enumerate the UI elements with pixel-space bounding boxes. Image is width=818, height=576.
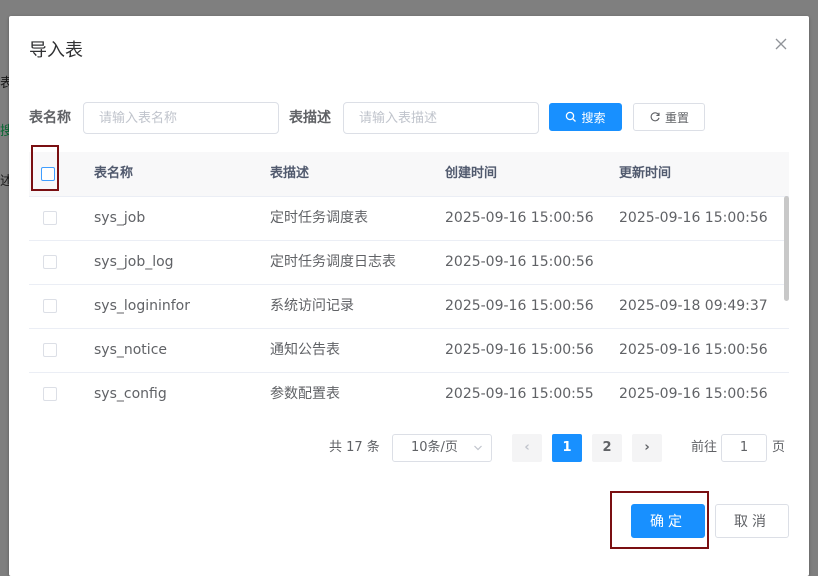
search-form: 表名称 表描述 搜索 重置	[29, 102, 789, 134]
table-desc-input[interactable]	[343, 102, 539, 134]
chevron-left-icon: ‹	[524, 440, 530, 455]
table-row[interactable]: sys_job 定时任务调度表 2025-09-16 15:00:56 2025…	[29, 196, 789, 241]
column-header: 更新时间	[619, 166, 672, 181]
table-cell: 定时任务调度表	[270, 210, 368, 226]
row-checkbox[interactable]	[43, 211, 57, 225]
next-page-button[interactable]: ›	[632, 434, 662, 462]
table-cell: sys_config	[94, 386, 167, 402]
table: 表名称 表描述 创建时间 更新时间 sys_job 定时任务调度表 2025-0…	[29, 152, 789, 410]
column-header: 表描述	[270, 166, 310, 181]
table-cell: 2025-09-16 15:00:56	[445, 298, 594, 314]
table-scrollbar[interactable]	[784, 196, 789, 301]
pagination-total: 共 17 条	[329, 440, 380, 455]
column-header: 表名称	[94, 166, 134, 181]
row-checkbox[interactable]	[43, 343, 57, 357]
highlight-box	[31, 145, 59, 191]
table-cell: 2025-09-16 15:00:56	[445, 342, 594, 358]
reset-button[interactable]: 重置	[633, 103, 705, 131]
chevron-down-icon	[473, 435, 483, 472]
page-button-1[interactable]: 1	[552, 434, 582, 462]
page-size-select[interactable]: 10条/页	[392, 434, 492, 462]
row-checkbox[interactable]	[43, 255, 57, 269]
search-button-label: 搜索	[581, 110, 606, 125]
column-header: 创建时间	[445, 166, 498, 181]
table-cell: 2025-09-16 15:00:56	[445, 254, 594, 270]
cancel-button[interactable]: 取消	[715, 504, 789, 538]
table-cell: 2025-09-18 09:49:37	[619, 298, 768, 314]
goto-page-input[interactable]: 1	[721, 434, 767, 462]
page-word: 页	[772, 440, 786, 455]
refresh-icon	[650, 112, 660, 122]
table-cell: 2025-09-16 15:00:56	[619, 210, 768, 226]
page-button-2[interactable]: 2	[592, 434, 622, 462]
table-cell: 2025-09-16 15:00:56	[445, 210, 594, 226]
search-icon	[566, 111, 577, 122]
table-cell: 2025-09-16 15:00:56	[619, 342, 768, 358]
dialog-title: 导入表	[29, 40, 83, 61]
table-name-input[interactable]	[83, 102, 279, 134]
table-row[interactable]: sys_notice 通知公告表 2025-09-16 15:00:56 202…	[29, 328, 789, 373]
table-cell: sys_job_log	[94, 254, 174, 270]
import-table-dialog: 导入表 表名称 表描述 搜索 重置 表名称 表描述 创建时间 更新时间 sys_…	[9, 16, 809, 576]
goto-label: 前往	[691, 440, 718, 455]
search-button[interactable]: 搜索	[549, 103, 622, 131]
highlight-box	[610, 491, 709, 549]
table-header: 表名称 表描述 创建时间 更新时间	[29, 152, 789, 197]
reset-button-label: 重置	[664, 110, 689, 125]
chevron-right-icon: ›	[644, 440, 650, 455]
table-cell: 定时任务调度日志表	[270, 254, 396, 270]
table-cell: sys_notice	[94, 342, 168, 358]
close-icon[interactable]	[773, 36, 789, 52]
table-desc-label: 表描述	[289, 110, 331, 126]
table-cell: 2025-09-16 15:00:55	[445, 386, 594, 402]
page-size-value: 10条/页	[411, 440, 458, 455]
table-cell: 2025-09-16 15:00:56	[619, 386, 768, 402]
table-name-label: 表名称	[29, 110, 71, 126]
prev-page-button[interactable]: ‹	[512, 434, 542, 462]
row-checkbox[interactable]	[43, 387, 57, 401]
cancel-button-label: 取消	[734, 514, 770, 530]
table-cell: 参数配置表	[270, 386, 340, 402]
table-row[interactable]: sys_logininfor 系统访问记录 2025-09-16 15:00:5…	[29, 284, 789, 329]
table-row[interactable]: sys_job_log 定时任务调度日志表 2025-09-16 15:00:5…	[29, 240, 789, 285]
table-cell: sys_job	[94, 210, 146, 226]
row-checkbox[interactable]	[43, 299, 57, 313]
table-cell: 通知公告表	[270, 342, 340, 358]
table-row[interactable]: sys_config 参数配置表 2025-09-16 15:00:55 202…	[29, 372, 789, 410]
table-cell: 系统访问记录	[270, 298, 354, 314]
table-cell: sys_logininfor	[94, 298, 190, 314]
